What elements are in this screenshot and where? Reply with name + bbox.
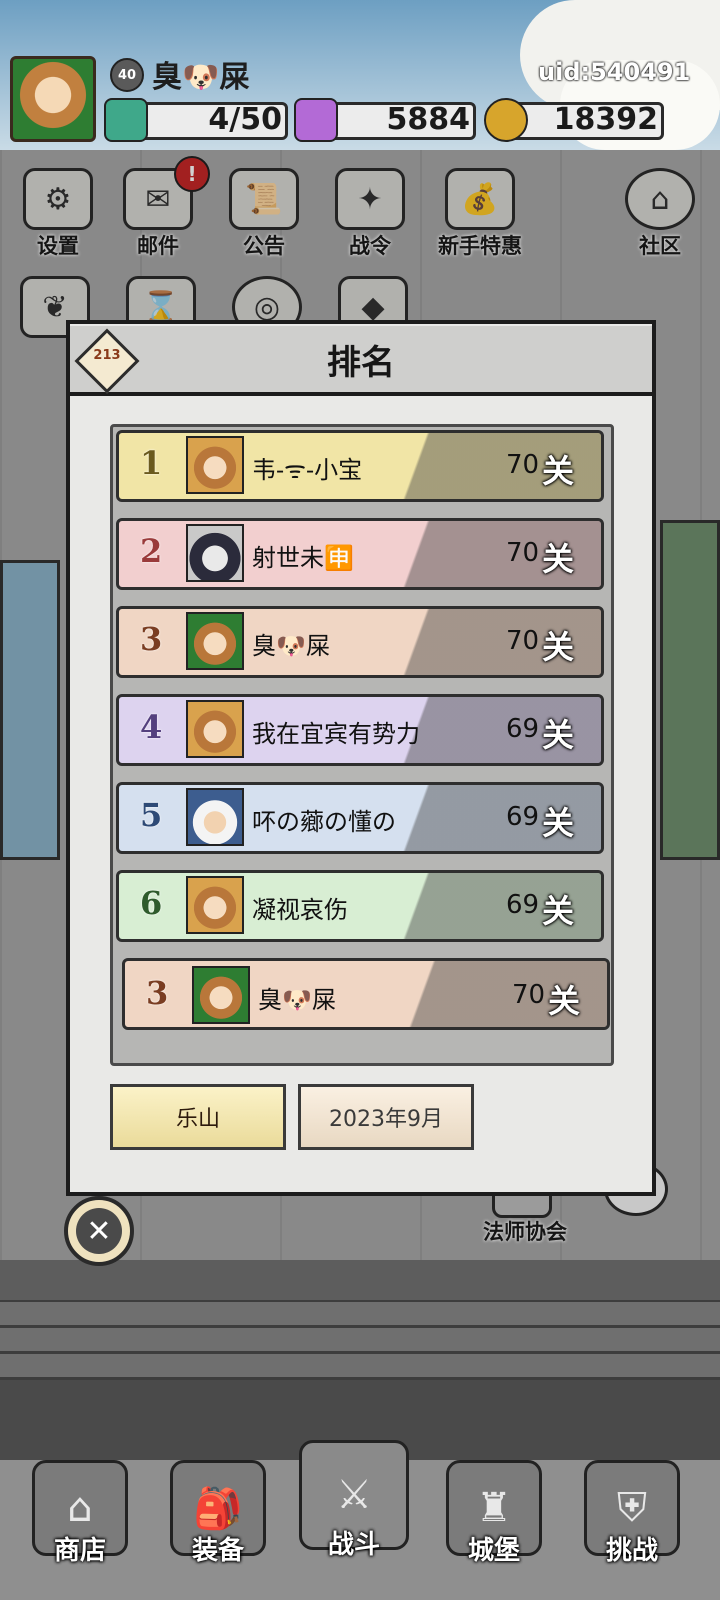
row-stage-unit: 关 bbox=[542, 628, 575, 666]
row-player-name: 吥の薌の懂の bbox=[252, 808, 396, 836]
row-stage-unit: 关 bbox=[542, 804, 575, 842]
row-avatar bbox=[186, 524, 244, 582]
row-score: 69 bbox=[506, 714, 540, 744]
diamond-value: 5884 bbox=[386, 102, 471, 137]
stone-ledge bbox=[0, 1260, 720, 1300]
close-icon: ✕ bbox=[76, 1208, 122, 1254]
my-avatar bbox=[192, 966, 250, 1024]
row-avatar bbox=[186, 700, 244, 758]
close-button[interactable]: ✕ bbox=[64, 1196, 134, 1266]
row-player-name: 韦-ᯤ-小宝 bbox=[252, 456, 363, 484]
my-stage-unit: 关 bbox=[548, 982, 581, 1020]
tab-region[interactable]: 乐山 bbox=[110, 1084, 286, 1150]
nav-equipment-label: 装备 bbox=[191, 1536, 244, 1566]
rank-number: 6 bbox=[140, 884, 163, 922]
gold-coin-icon bbox=[484, 98, 528, 142]
row-stage-unit: 关 bbox=[542, 892, 575, 930]
green-gem-icon bbox=[104, 98, 148, 142]
nav-castle-label: 城堡 bbox=[467, 1536, 520, 1566]
nav-equipment[interactable]: 🎒 装备 bbox=[158, 1460, 278, 1590]
nav-shop-label: 商店 bbox=[53, 1536, 106, 1566]
my-rank-number: 3 bbox=[146, 974, 169, 1012]
row-avatar bbox=[186, 436, 244, 494]
uid-label: uid:540491 bbox=[538, 58, 691, 86]
row-player-name: 射世未🈸 bbox=[252, 544, 354, 572]
player-name: 臭🐶屎 bbox=[152, 60, 250, 95]
nav-challenge-label: 挑战 bbox=[605, 1536, 658, 1566]
row-avatar bbox=[186, 876, 244, 934]
nav-battle-label: 战斗 bbox=[327, 1530, 380, 1560]
nav-battle[interactable]: ⚔ 战斗 bbox=[294, 1440, 414, 1590]
nav-castle[interactable]: ♜ 城堡 bbox=[434, 1460, 554, 1590]
level-badge: 40 bbox=[110, 58, 144, 92]
row-stage-unit: 关 bbox=[542, 716, 575, 754]
gold-value: 18392 bbox=[553, 102, 658, 137]
nav-challenge[interactable]: ⛨ 挑战 bbox=[572, 1460, 692, 1590]
row-score: 69 bbox=[506, 802, 540, 832]
row-player-name: 凝视哀伤 bbox=[252, 896, 348, 924]
row-player-name: 我在宜宾有势力 bbox=[252, 720, 420, 748]
rank-number: 3 bbox=[140, 620, 163, 658]
row-player-name: 臭🐶屎 bbox=[252, 632, 330, 660]
my-player-name: 臭🐶屎 bbox=[258, 986, 336, 1014]
purple-diamond-icon bbox=[294, 98, 338, 142]
my-score: 70 bbox=[512, 980, 546, 1010]
player-avatar[interactable] bbox=[10, 56, 96, 142]
row-score: 69 bbox=[506, 890, 540, 920]
rank-number: 4 bbox=[140, 708, 163, 746]
rank-number: 2 bbox=[140, 532, 163, 570]
row-score: 70 bbox=[506, 450, 540, 480]
energy-value: 4/50 bbox=[208, 102, 282, 137]
brick-wall bbox=[0, 1300, 720, 1380]
row-stage-unit: 关 bbox=[542, 540, 575, 578]
modal-title: 排名 bbox=[327, 343, 395, 383]
tab-month[interactable]: 2023年9月 bbox=[298, 1084, 474, 1150]
rank-number: 5 bbox=[140, 796, 163, 834]
row-avatar bbox=[186, 788, 244, 846]
row-score: 70 bbox=[506, 538, 540, 568]
row-score: 70 bbox=[506, 626, 540, 656]
rank-number: 1 bbox=[140, 444, 163, 482]
row-avatar bbox=[186, 612, 244, 670]
nav-shop[interactable]: ⌂ 商店 bbox=[20, 1460, 140, 1590]
row-stage-unit: 关 bbox=[542, 452, 575, 490]
